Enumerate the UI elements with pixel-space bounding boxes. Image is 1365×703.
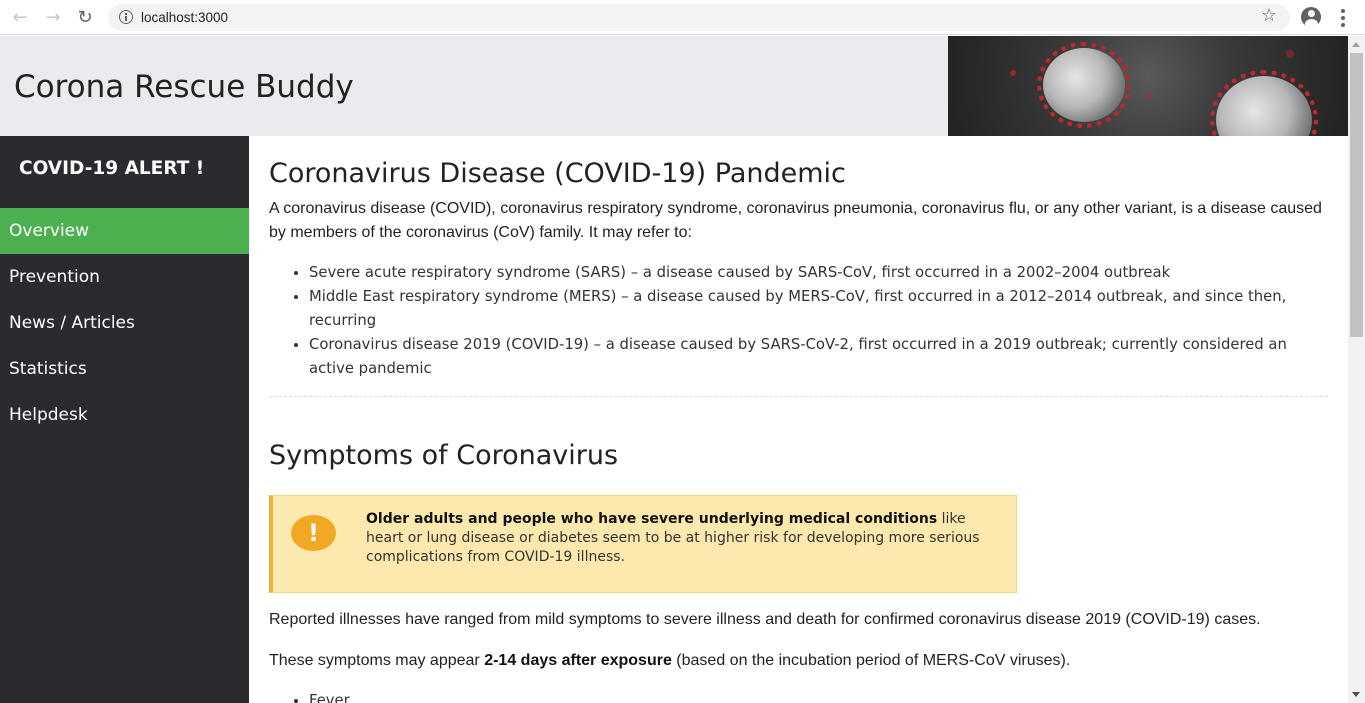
sidebar-item-statistics[interactable]: Statistics [0,346,249,392]
list-item: Fever [309,689,350,703]
list-item: Middle East respiratory syndrome (MERS) … [309,285,1329,333]
account-icon[interactable] [1301,7,1321,27]
sidebar-item-helpdesk[interactable]: Helpdesk [0,392,249,438]
site-title: Corona Rescue Buddy [14,69,354,105]
sidebar-item-news-articles[interactable]: News / Articles [0,300,249,346]
onset-bold: 2-14 days after exposure [484,652,672,669]
symptoms-list: Fever [289,689,350,703]
intro-paragraph: A coronavirus disease (COVID), coronavir… [269,200,1322,241]
scroll-down-arrow-icon[interactable] [1352,692,1360,697]
sidebar: COVID-19 ALERT ! Overview Prevention New… [0,136,249,703]
onset-prefix: These symptoms may appear [269,652,485,669]
sidebar-item-prevention[interactable]: Prevention [0,254,249,300]
browser-toolbar: ← → ↻ localhost:3000 ☆ [0,0,1365,35]
sidebar-nav: Overview Prevention News / Articles Stat… [0,208,249,438]
scrollbar-thumb[interactable] [1350,53,1363,337]
kebab-menu-icon[interactable] [1338,9,1348,27]
sidebar-alert-title: COVID-19 ALERT ! [19,158,205,179]
back-arrow-icon[interactable]: ← [10,8,30,28]
address-bar[interactable]: localhost:3000 [108,4,1290,31]
forward-arrow-icon[interactable]: → [43,8,63,28]
url-text[interactable]: localhost:3000 [141,10,228,25]
exclamation-icon: ! [291,515,336,551]
page-scrollbar[interactable] [1348,36,1365,703]
star-icon[interactable]: ☆ [1261,6,1277,26]
symptoms-heading: Symptoms of Coronavirus [269,440,619,471]
sidebar-item-overview[interactable]: Overview [0,208,249,254]
scroll-up-arrow-icon[interactable] [1352,42,1360,47]
info-icon[interactable] [119,10,133,24]
site-header: Corona Rescue Buddy [0,36,1348,136]
coronavirus-banner-image [948,36,1348,136]
risk-warning-callout: ! Older adults and people who have sever… [269,495,1017,593]
illness-paragraph: Reported illnesses have ranged from mild… [269,611,1261,628]
section-divider [269,396,1328,397]
page-title: Coronavirus Disease (COVID-19) Pandemic [269,158,846,189]
main-content: Coronavirus Disease (COVID-19) Pandemic … [249,136,1348,703]
callout-text: Older adults and people who have severe … [366,510,1001,567]
onset-suffix: (based on the incubation period of MERS-… [671,652,1071,669]
onset-paragraph: These symptoms may appear 2-14 days afte… [269,652,1070,670]
list-item: Coronavirus disease 2019 (COVID-19) – a … [309,333,1329,381]
list-item: Severe acute respiratory syndrome (SARS)… [309,261,1329,285]
disease-list: Severe acute respiratory syndrome (SARS)… [289,261,1329,381]
reload-icon[interactable]: ↻ [75,8,95,28]
callout-bold-text: Older adults and people who have severe … [366,511,938,527]
